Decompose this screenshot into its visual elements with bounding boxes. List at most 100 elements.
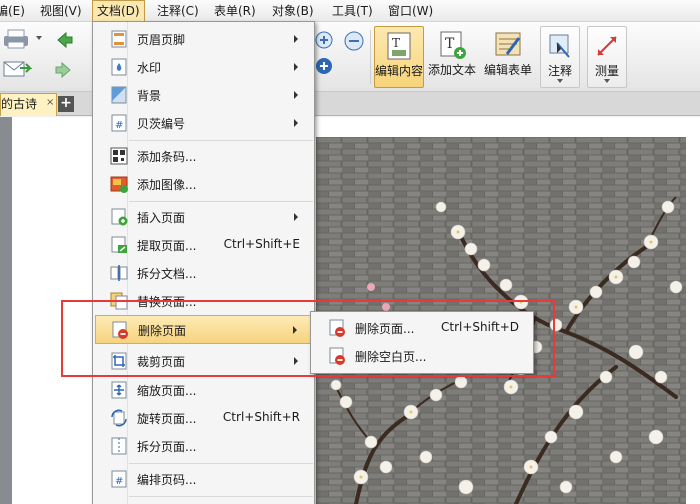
chevron-right-icon (294, 91, 298, 99)
back-arrow-icon[interactable] (54, 30, 74, 50)
menu-item-label: 裁剪页面 (137, 355, 186, 369)
menu-item-add-image[interactable]: 添加图像... (95, 171, 314, 198)
toolbar-separator (370, 30, 371, 84)
menu-tools[interactable]: 工具(T) (328, 0, 377, 22)
delete-blank-page-icon (328, 347, 346, 365)
add-image-icon (110, 175, 128, 193)
menu-document[interactable]: 文档(D) (92, 0, 145, 23)
add-text-button[interactable]: T 添加文本 (427, 26, 477, 88)
menu-item-watermark[interactable]: 水印 (95, 54, 314, 81)
menu-view[interactable]: 视图(V) (36, 0, 86, 22)
chevron-right-icon (294, 119, 298, 127)
menu-edit[interactable]: 编(E) (0, 0, 29, 22)
menu-item-label: 贝茨编号 (137, 117, 186, 131)
scale-page-icon (110, 381, 128, 399)
menu-item-replace-page[interactable]: 替换页面... (95, 288, 314, 315)
delete-page-icon (111, 321, 129, 339)
menu-item-page-numbering[interactable]: # 编排页码... (95, 466, 314, 493)
menu-separator (129, 140, 313, 141)
chevron-down-icon[interactable] (36, 36, 42, 40)
print-icon[interactable] (0, 28, 32, 50)
menu-item-label: 拆分页面... (137, 440, 197, 454)
chevron-down-icon (604, 79, 610, 83)
chevron-down-icon (557, 79, 563, 83)
email-icon[interactable] (2, 58, 33, 80)
menu-item-delete-blank-pages[interactable]: 删除空白页... (313, 343, 533, 370)
annotate-label: 注释 (547, 64, 572, 78)
menu-item-split-document[interactable]: 拆分文档... (95, 260, 314, 287)
page-number-icon: # (110, 470, 128, 488)
zoom-out-icon[interactable] (343, 30, 365, 52)
menu-object[interactable]: 对象(B) (268, 0, 318, 22)
menu-item-shortcut: Ctrl+Shift+D (441, 320, 519, 334)
svg-text:T: T (445, 36, 455, 52)
add-text-icon: T (437, 30, 467, 60)
menu-item-insert-page[interactable]: 插入页面 (95, 204, 314, 231)
menu-item-rotate-page[interactable]: 旋转页面... Ctrl+Shift+R (95, 405, 314, 432)
menu-item-label: 添加图像... (137, 178, 197, 192)
edit-form-icon (493, 30, 523, 60)
annotate-button[interactable]: 注释 (540, 26, 580, 88)
menu-item-label: 背景 (137, 89, 162, 103)
menu-item-label: 旋转页面... (137, 412, 197, 426)
menu-item-label: 拆分文档... (137, 267, 197, 281)
edit-content-button[interactable]: T 编辑内容 (374, 26, 424, 88)
background-icon (110, 86, 128, 104)
menu-item-label: 删除空白页... (355, 350, 427, 364)
menu-item-label: 删除页面 (138, 324, 187, 338)
measure-button[interactable]: 测量 (587, 26, 627, 88)
svg-text:T: T (392, 36, 400, 50)
menu-separator (129, 463, 313, 464)
document-menu: 页眉页脚 水印 背景 # 贝茨编号 添加条码... 添加图像... 插入页面 提… (92, 21, 315, 504)
svg-text:#: # (115, 120, 123, 131)
menu-item-label: 插入页面 (137, 211, 186, 225)
new-tab-icon[interactable]: + (58, 96, 74, 112)
menu-item-header-footer[interactable]: 页眉页脚 (95, 26, 314, 53)
header-footer-icon (110, 30, 128, 48)
zoom-plus-icon[interactable] (314, 56, 334, 76)
menu-item-label: 删除页面... (355, 322, 415, 336)
menu-item-label: 提取页面... (137, 239, 197, 253)
rotate-page-icon (110, 409, 128, 427)
bates-number-icon: # (110, 114, 128, 132)
menu-item-label: 页眉页脚 (137, 33, 186, 47)
barcode-icon (110, 147, 128, 165)
measure-icon (592, 31, 622, 61)
chevron-right-icon (294, 35, 298, 43)
menu-item-delete-page[interactable]: 删除页面 (95, 315, 314, 344)
menu-item-shortcut: Ctrl+Shift+E (223, 237, 300, 251)
menu-item-shortcut: Ctrl+Shift+R (222, 410, 300, 424)
menu-item-background[interactable]: 背景 (95, 82, 314, 109)
insert-page-icon (110, 208, 128, 226)
menu-comment[interactable]: 注释(C) (153, 0, 203, 22)
zoom-in-icon[interactable] (314, 30, 334, 50)
document-tab[interactable]: 的古诗 × (0, 93, 57, 116)
close-icon[interactable]: × (46, 94, 54, 113)
replace-page-icon (110, 292, 128, 310)
edit-form-button[interactable]: 编辑表单 (482, 26, 534, 88)
edit-content-label: 编辑内容 (375, 64, 424, 78)
menu-item-label: 添加条码... (137, 150, 197, 164)
menu-separator (129, 496, 313, 497)
menu-item-bates-number[interactable]: # 贝茨编号 (95, 110, 314, 137)
delete-page-icon (328, 319, 346, 337)
menu-window[interactable]: 窗口(W) (384, 0, 437, 22)
menu-item-extract-page[interactable]: 提取页面... Ctrl+Shift+E (95, 232, 314, 259)
menu-item-label: 编排页码... (137, 473, 197, 487)
forward-arrow-icon[interactable] (54, 60, 74, 80)
extract-page-icon (110, 236, 128, 254)
document-tab-title: 的古诗 (1, 97, 38, 111)
edit-content-icon: T (384, 31, 414, 61)
annotate-icon (545, 31, 575, 61)
crop-page-icon (110, 352, 128, 370)
menu-item-crop-page[interactable]: 裁剪页面 (95, 348, 314, 375)
svg-text:#: # (115, 476, 123, 487)
menu-bar: 编(E) 视图(V) 文档(D) 注释(C) 表单(R) 对象(B) 工具(T)… (0, 0, 700, 23)
menu-item-split-page[interactable]: 拆分页面... (95, 433, 314, 460)
menu-item-add-barcode[interactable]: 添加条码... (95, 143, 314, 170)
measure-label: 测量 (594, 64, 619, 78)
menu-form[interactable]: 表单(R) (210, 0, 260, 22)
chevron-right-icon (294, 213, 298, 221)
menu-item-delete-pages[interactable]: 删除页面... Ctrl+Shift+D (313, 315, 533, 342)
menu-item-scale-page[interactable]: 缩放页面... (95, 377, 314, 404)
